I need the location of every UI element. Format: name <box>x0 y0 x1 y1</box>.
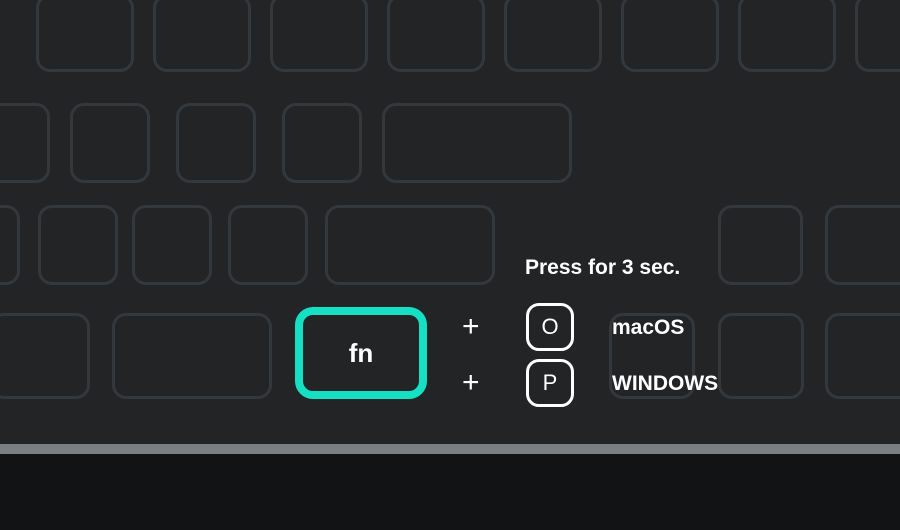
kbd-key <box>153 0 251 72</box>
fn-key: fn <box>295 307 427 399</box>
kbd-key <box>382 103 572 183</box>
kbd-key <box>387 0 485 72</box>
key-p: P <box>526 359 574 407</box>
kbd-key <box>0 313 90 399</box>
kbd-key <box>36 0 134 72</box>
fn-key-label: fn <box>349 338 374 369</box>
desk-surface <box>0 454 900 530</box>
kbd-key <box>325 205 495 285</box>
os-label-macos: macOS <box>612 316 684 340</box>
key-o-label: O <box>541 314 558 340</box>
plus-icon: + <box>462 312 480 342</box>
desk-edge <box>0 444 900 454</box>
kbd-key <box>70 103 150 183</box>
kbd-key <box>738 0 836 72</box>
kbd-key <box>621 0 719 72</box>
kbd-key <box>718 313 804 399</box>
kbd-key <box>112 313 272 399</box>
kbd-key <box>0 103 50 183</box>
kbd-key <box>132 205 212 285</box>
kbd-key <box>270 0 368 72</box>
keyboard-diagram: fn Press for 3 sec. + O macOS + P WINDOW… <box>0 0 900 530</box>
kbd-key <box>282 103 362 183</box>
kbd-key <box>38 205 118 285</box>
key-o: O <box>526 303 574 351</box>
kbd-key <box>0 205 20 285</box>
plus-icon: + <box>462 368 480 398</box>
key-p-label: P <box>543 370 558 396</box>
kbd-key <box>855 0 900 72</box>
kbd-key <box>176 103 256 183</box>
kbd-key <box>825 313 900 399</box>
os-label-windows: WINDOWS <box>612 372 718 396</box>
kbd-key <box>504 0 602 72</box>
kbd-key <box>825 205 900 285</box>
instruction-text: Press for 3 sec. <box>525 256 680 280</box>
kbd-key <box>718 205 803 285</box>
kbd-key <box>228 205 308 285</box>
